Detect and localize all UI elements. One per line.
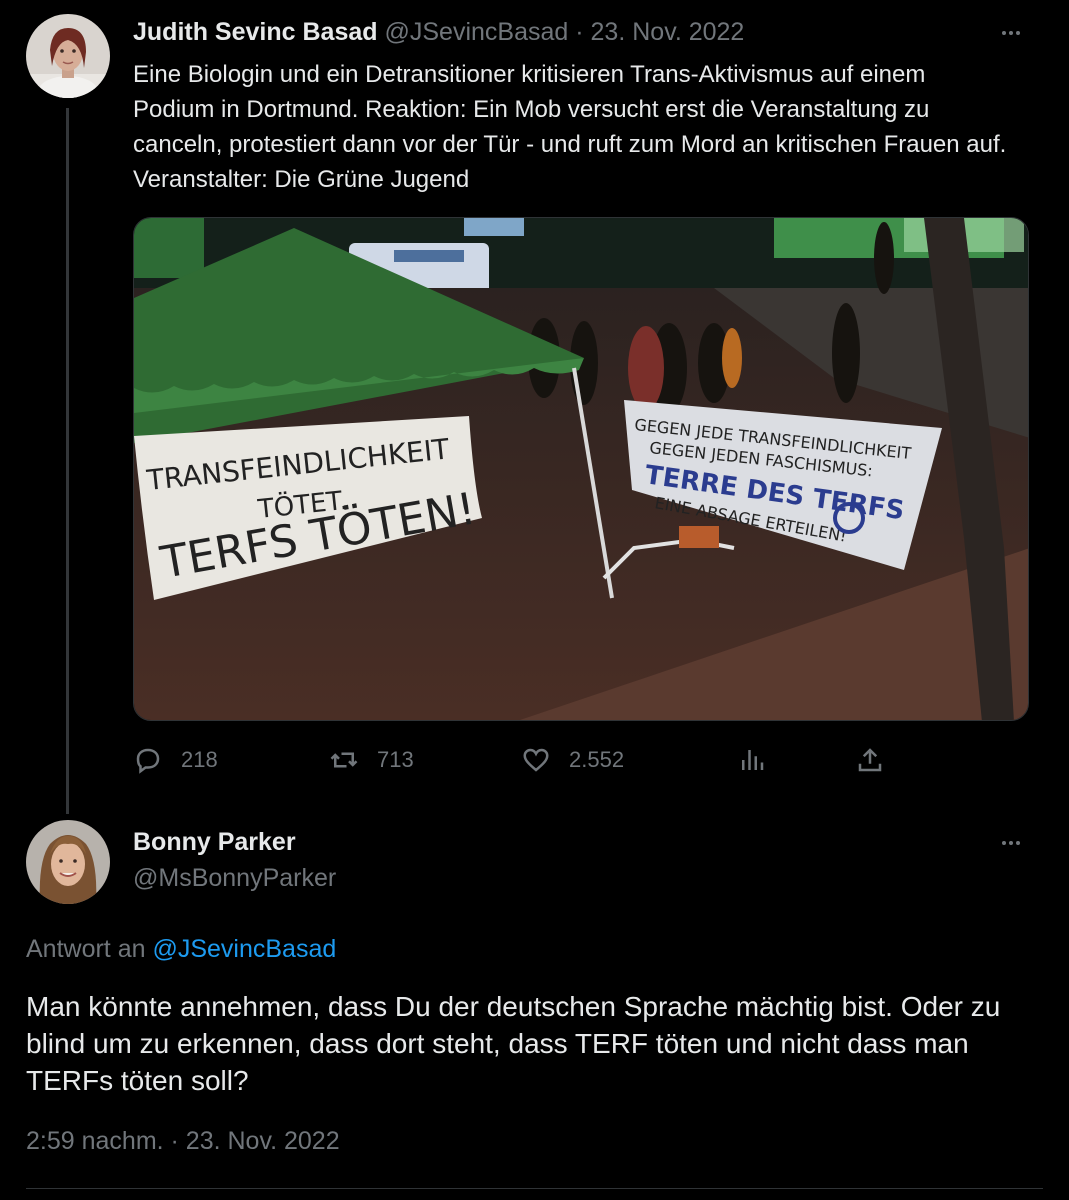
share-action[interactable]	[855, 745, 885, 775]
author-avatar[interactable]	[26, 14, 110, 98]
more-icon[interactable]	[1002, 31, 1020, 35]
share-icon	[858, 748, 882, 772]
author-handle[interactable]: @JSevincBasad	[384, 18, 568, 46]
header-separator: ·	[575, 18, 584, 46]
reply-author-handle[interactable]: @MsBonnyParker	[133, 864, 336, 893]
reply-icon	[136, 748, 160, 774]
more-icon[interactable]	[1002, 841, 1020, 845]
retweet-icon	[330, 752, 358, 768]
tweet-text: Eine Biologin und ein Detransitioner kri…	[133, 61, 1007, 193]
reply-action[interactable]: 218	[133, 745, 218, 775]
reply-count: 218	[181, 747, 218, 772]
like-count: 2.552	[569, 747, 625, 772]
retweet-count: 713	[377, 747, 414, 772]
like-action[interactable]: 2.552	[521, 745, 624, 775]
reply-timestamp[interactable]: 2:59 nachm. · 23. Nov. 2022	[26, 1127, 340, 1156]
views-icon	[742, 750, 764, 770]
reply-context: Antwort an @JSevincBasad	[26, 935, 336, 964]
reply-to-link[interactable]: @JSevincBasad	[152, 935, 336, 963]
tweet-header: Judith Sevinc Basad @JSevincBasad · 23. …	[133, 18, 744, 47]
reply-author-avatar[interactable]	[26, 820, 110, 904]
reply-text: Man könnte annehmen, dass Du der deutsch…	[26, 991, 1001, 1096]
reply-author-name[interactable]: Bonny Parker	[133, 828, 296, 857]
thread-connector-line	[66, 108, 69, 814]
author-name[interactable]: Judith Sevinc Basad	[133, 18, 378, 46]
divider	[26, 1188, 1043, 1189]
views-action[interactable]	[737, 745, 767, 775]
reply-prefix: Antwort an	[26, 935, 146, 963]
tweet-date[interactable]: 23. Nov. 2022	[591, 18, 745, 46]
tweet-media-photo[interactable]: TRANSFEINDLICHKEIT TÖTET. TERFS TÖTEN! G…	[133, 217, 1029, 721]
retweet-action[interactable]: 713	[329, 745, 414, 775]
tweet-actions: 218 713 2.552	[133, 745, 913, 781]
like-icon	[523, 748, 549, 772]
